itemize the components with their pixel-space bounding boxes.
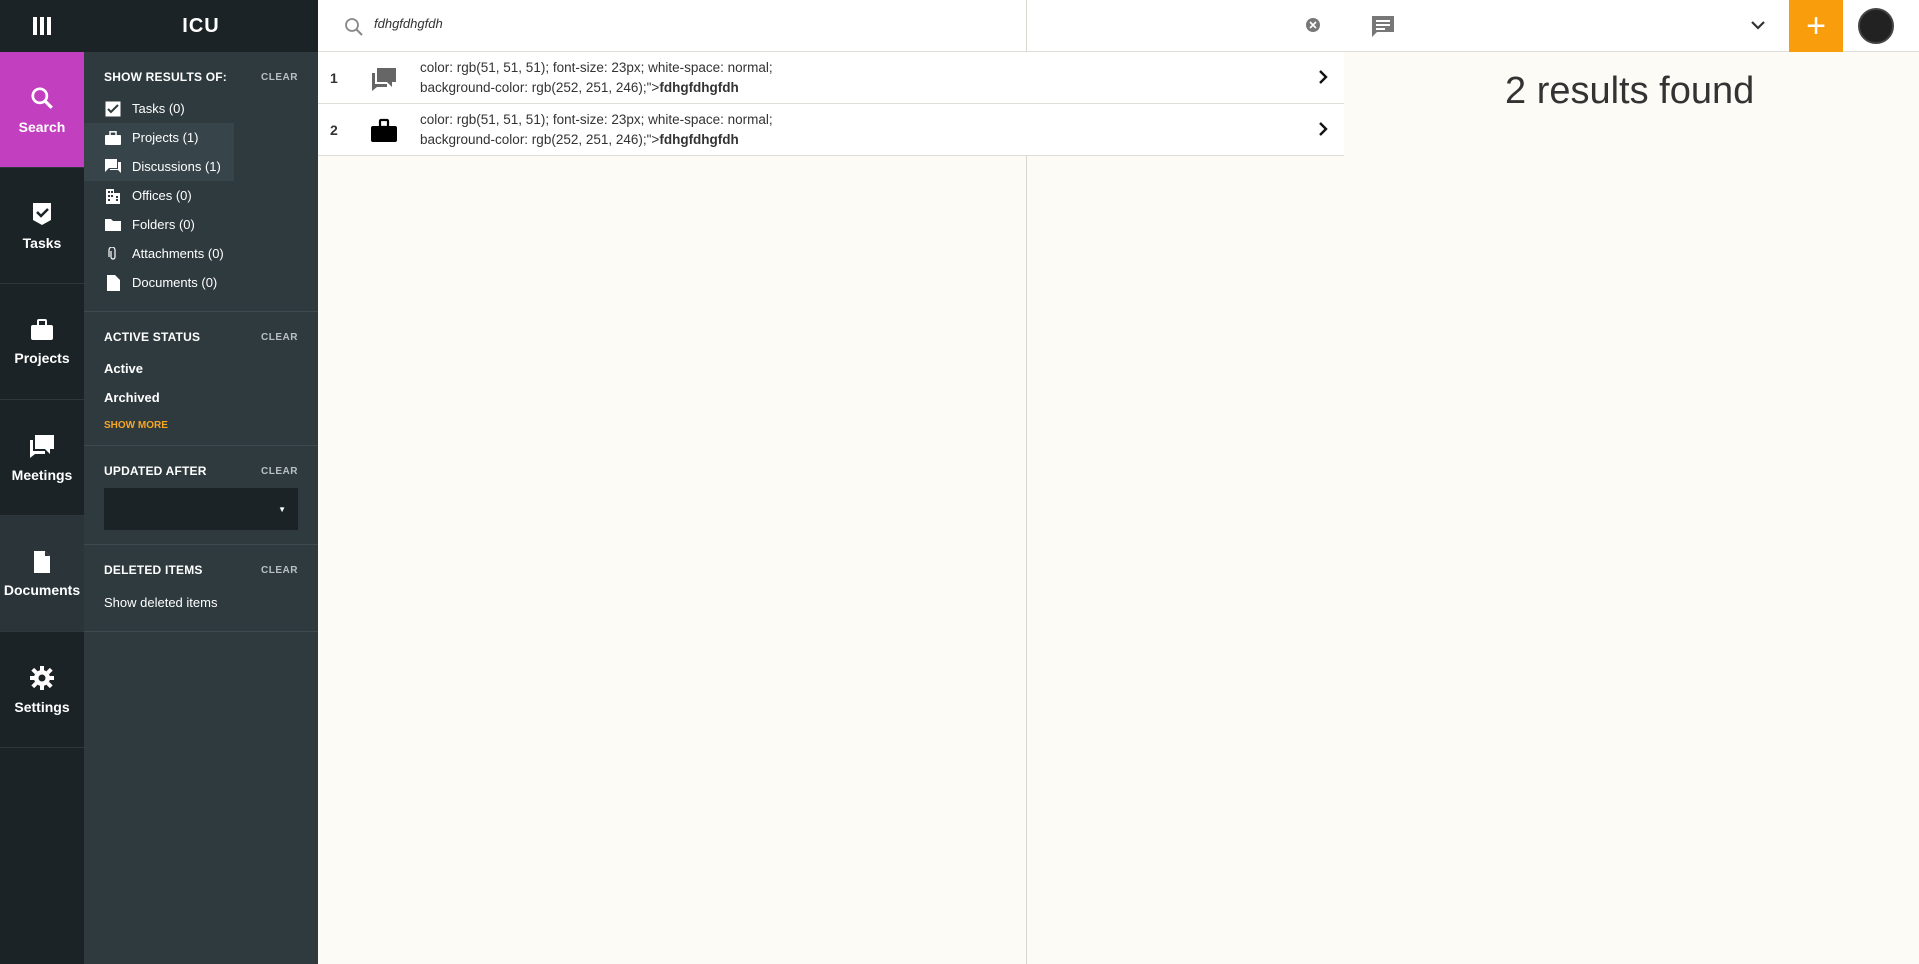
menu-button[interactable] [0, 0, 84, 52]
top-bar: + [318, 0, 1919, 52]
paperclip-icon [108, 246, 116, 260]
active-status-section: ACTIVE STATUS CLEAR Active Archived SHOW… [84, 312, 318, 446]
result-row[interactable]: 1 color: rgb(51, 51, 51); font-size: 23p… [318, 52, 1344, 104]
document-icon [106, 274, 120, 291]
updated-after-select[interactable]: ▼ [104, 488, 298, 530]
briefcase-icon [105, 130, 121, 145]
result-line2-prefix: background-color: rgb(252, 251, 246);"> [420, 132, 660, 147]
rail-label: Tasks [22, 234, 62, 251]
section-title: DELETED ITEMS [104, 563, 203, 577]
nav-rail: Search Tasks Projects Meetings Documents… [0, 0, 84, 964]
rail-label: Documents [3, 581, 81, 598]
filter-label: Folders (0) [132, 217, 195, 232]
filter-label: Documents (0) [132, 275, 218, 290]
menu-bars-icon [33, 17, 51, 35]
filter-projects[interactable]: Projects (1) [84, 123, 234, 152]
show-results-section: SHOW RESULTS OF: CLEAR Tasks (0) Project… [84, 52, 318, 312]
filter-label: Attachments (0) [132, 246, 224, 261]
add-button[interactable]: + [1789, 0, 1843, 52]
result-number: 2 [330, 122, 338, 138]
chevron-down-icon[interactable] [1750, 18, 1766, 32]
forum-icon [372, 68, 396, 91]
search-bar [318, 0, 1344, 52]
filter-folders[interactable]: Folders (0) [104, 210, 298, 239]
search-icon [345, 18, 363, 36]
status-archived[interactable]: Archived [104, 383, 298, 412]
chat-icon[interactable] [1370, 14, 1396, 38]
result-text: color: rgb(51, 51, 51); font-size: 23px;… [420, 110, 773, 150]
rail-item-settings[interactable]: Settings [0, 632, 84, 748]
rail-item-documents[interactable]: Documents [0, 516, 84, 632]
clear-button[interactable]: CLEAR [261, 565, 298, 576]
briefcase-icon [31, 318, 53, 340]
search-icon [31, 86, 53, 109]
clear-search-icon[interactable] [1304, 16, 1322, 34]
filter-label: Discussions (1) [132, 159, 221, 174]
avatar[interactable] [1858, 8, 1894, 44]
rail-item-meetings[interactable]: Meetings [0, 400, 84, 516]
section-title: SHOW RESULTS OF: [104, 70, 227, 84]
filter-label: Offices (0) [132, 188, 192, 203]
rail-item-projects[interactable]: Projects [0, 284, 84, 400]
results-list: 1 color: rgb(51, 51, 51); font-size: 23p… [318, 52, 1344, 156]
show-more-link[interactable]: SHOW MORE [104, 420, 298, 431]
section-title: ACTIVE STATUS [104, 330, 201, 344]
result-line2: background-color: rgb(252, 251, 246);">f… [420, 78, 773, 98]
chevron-right-icon[interactable] [1316, 68, 1330, 86]
filter-discussions[interactable]: Discussions (1) [84, 152, 234, 181]
filter-sidebar: ICU SHOW RESULTS OF: CLEAR Tasks (0) Pro… [84, 0, 318, 964]
filter-label: Projects (1) [132, 130, 199, 145]
checkbox-checked-icon [105, 101, 121, 116]
deleted-items-section: DELETED ITEMS CLEAR Show deleted items [84, 545, 318, 632]
clear-button[interactable]: CLEAR [261, 466, 298, 477]
result-text: color: rgb(51, 51, 51); font-size: 23px;… [420, 58, 773, 98]
filter-tasks[interactable]: Tasks (0) [104, 94, 298, 123]
caret-down-icon: ▼ [278, 504, 286, 514]
filter-documents[interactable]: Documents (0) [104, 268, 298, 297]
result-line1: color: rgb(51, 51, 51); font-size: 23px;… [420, 60, 773, 75]
rail-item-search[interactable]: Search [0, 52, 84, 168]
gear-icon [30, 665, 54, 690]
brand-logo: ICU [84, 0, 318, 52]
detail-panel: 2 results found [1345, 52, 1919, 964]
result-line2-prefix: background-color: rgb(252, 251, 246);"> [420, 80, 660, 95]
filter-label: Tasks (0) [132, 101, 185, 116]
forum-icon [105, 159, 121, 173]
rail-item-tasks[interactable]: Tasks [0, 168, 84, 284]
folder-icon [105, 219, 121, 231]
result-row[interactable]: 2 color: rgb(51, 51, 51); font-size: 23p… [318, 104, 1344, 156]
rail-label: Settings [14, 698, 70, 715]
section-title: UPDATED AFTER [104, 464, 207, 478]
updated-after-section: UPDATED AFTER CLEAR ▼ [84, 446, 318, 545]
rail-label: Projects [14, 349, 70, 366]
clear-button[interactable]: CLEAR [261, 332, 298, 343]
plus-icon: + [1806, 6, 1826, 45]
results-count: 2 results found [1505, 70, 1755, 112]
forum-icon [30, 434, 54, 458]
task-check-icon [33, 202, 51, 225]
clear-button[interactable]: CLEAR [261, 72, 298, 83]
show-deleted-items[interactable]: Show deleted items [104, 587, 298, 617]
result-match: fdhgfdhgfdh [659, 132, 739, 147]
filter-offices[interactable]: Offices (0) [104, 181, 298, 210]
chevron-right-icon[interactable] [1316, 120, 1330, 138]
document-icon [34, 550, 50, 573]
filter-attachments[interactable]: Attachments (0) [104, 239, 298, 268]
briefcase-icon [371, 118, 397, 142]
status-active[interactable]: Active [104, 354, 298, 383]
rail-label: Search [18, 118, 66, 135]
rail-label: Meetings [11, 466, 73, 483]
search-input[interactable] [374, 16, 1274, 31]
result-line1: color: rgb(51, 51, 51); font-size: 23px;… [420, 112, 773, 127]
result-number: 1 [330, 70, 338, 86]
result-match: fdhgfdhgfdh [659, 80, 739, 95]
result-line2: background-color: rgb(252, 251, 246);">f… [420, 130, 773, 150]
building-icon [106, 188, 120, 204]
